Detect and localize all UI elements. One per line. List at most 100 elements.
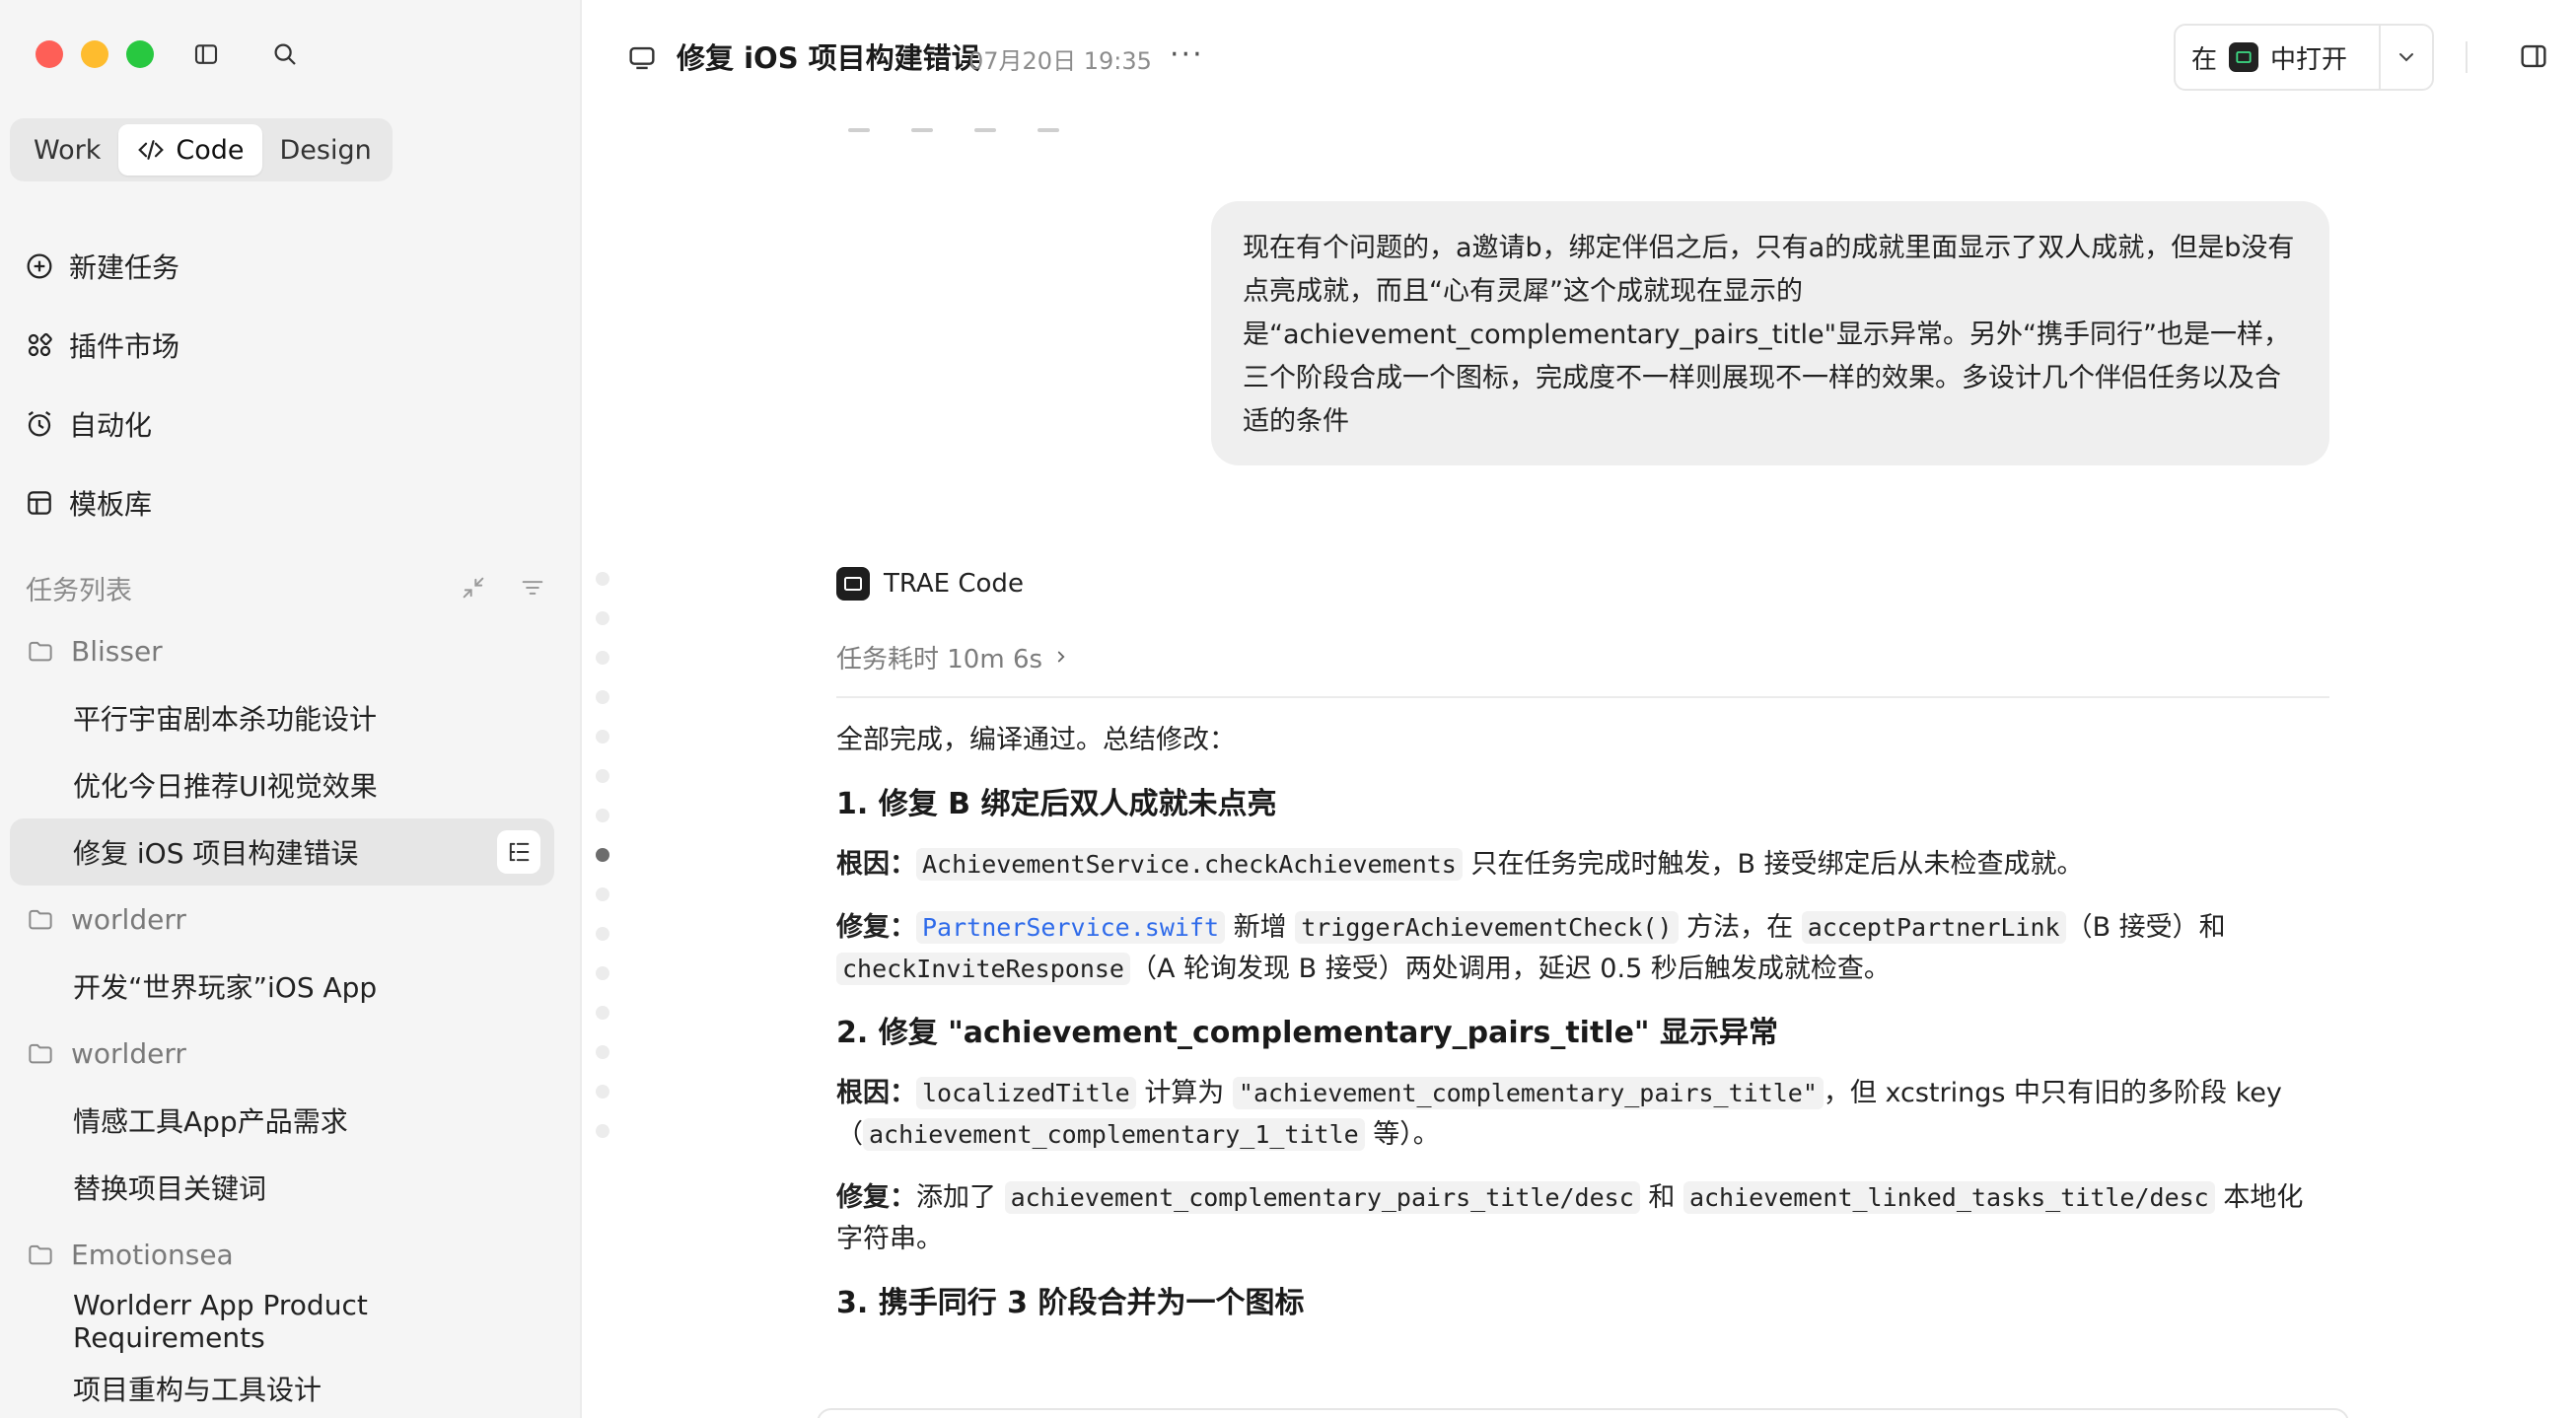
clipped-mark	[911, 128, 933, 132]
section-heading: 3. 携手同行 3 阶段合并为一个图标	[836, 1286, 1305, 1320]
sidebar-toggle-icon[interactable]	[189, 37, 223, 71]
assistant-body: 全部完成，编译通过。总结修改： 1. 修复 B 绑定后双人成就未点亮 根因： Ac…	[836, 720, 2329, 1325]
mode-label: Code	[176, 134, 245, 166]
chat-input-box[interactable]	[817, 1408, 2349, 1418]
task-label: 情感工具App产品需求	[73, 1105, 348, 1138]
right-panel-toggle-icon[interactable]	[2517, 39, 2550, 73]
timeline-dot[interactable]	[596, 809, 609, 822]
file-link[interactable]: PartnerService.swift	[916, 911, 1226, 944]
folder-worlderr[interactable]: worlderr	[10, 886, 554, 953]
task-item[interactable]: 平行宇宙剧本杀功能设计	[10, 684, 554, 751]
folder-worlderr-2[interactable]: worlderr	[10, 1020, 554, 1087]
assistant-name: TRAE Code	[884, 569, 1024, 599]
task-detail-button[interactable]	[497, 830, 540, 874]
cause-paragraph: 根因： AchievementService.checkAchievements …	[836, 844, 2329, 886]
chat-icon	[629, 46, 655, 70]
timeline-dot[interactable]	[596, 730, 609, 744]
task-item[interactable]: Worlderr App Product Requirements	[10, 1288, 554, 1355]
inline-code: triggerAchievementCheck()	[1295, 911, 1679, 944]
window-controls	[36, 40, 154, 68]
inline-code: AchievementService.checkAchievements	[916, 848, 1463, 881]
sidebar: Work Code Design 新建任务 插件市场 自动化 模板库 任务列表 …	[0, 0, 582, 1418]
header-divider	[2466, 41, 2468, 73]
trae-logo-icon	[836, 567, 870, 601]
folder-label: worlderr	[71, 902, 186, 936]
paragraph-text: （B 接受）和	[2065, 912, 2226, 943]
task-label: 替换项目关键词	[73, 1172, 267, 1205]
timeline-dot[interactable]	[596, 887, 609, 901]
timeline-dot[interactable]	[596, 1124, 609, 1138]
clipped-previous-content	[848, 128, 1059, 132]
task-label: 平行宇宙剧本杀功能设计	[73, 703, 378, 736]
paragraph-text: 只在任务完成时触发，B 接受绑定后从未检查成就。	[1470, 849, 2084, 880]
timeline-dot[interactable]	[596, 1006, 609, 1020]
zoom-window-button[interactable]	[126, 40, 154, 68]
paragraph-text: 方法，在	[1686, 912, 1794, 943]
fix-paragraph: 修复： PartnerService.swift 新增 triggerAchiev…	[836, 907, 2329, 990]
folder-label: Blisser	[71, 634, 163, 668]
close-window-button[interactable]	[36, 40, 63, 68]
folder-emotionsea[interactable]: Emotionsea	[10, 1221, 554, 1288]
mode-code-tab[interactable]: Code	[118, 124, 262, 176]
nav-templates[interactable]: 模板库	[24, 463, 556, 542]
page-title: 修复 iOS 项目构建错误	[677, 41, 980, 75]
chevron-down-icon[interactable]	[2381, 45, 2432, 69]
plugins-icon	[28, 332, 52, 357]
fix-paragraph: 修复：添加了 achievement_complementary_pairs_t…	[836, 1177, 2329, 1260]
assistant-header: TRAE Code	[836, 562, 2329, 605]
task-label: 优化今日推荐UI视觉效果	[73, 770, 378, 803]
timeline-dot[interactable]	[596, 1085, 609, 1099]
timeline-dot[interactable]	[596, 611, 609, 625]
fix-label: 修复：	[836, 1182, 916, 1213]
folder-blisser[interactable]: Blisser	[10, 617, 554, 684]
timeline-dot[interactable]	[596, 966, 609, 980]
timeline-dot[interactable]	[596, 769, 609, 783]
code-icon	[138, 140, 165, 160]
collapse-icon[interactable]	[458, 572, 489, 603]
conversation-pane: 修复 iOS 项目构建错误 07月20日 19:35 ··· 在 中打开 现在有…	[582, 0, 2576, 1418]
task-item[interactable]: 优化今日推荐UI视觉效果	[10, 751, 554, 818]
task-item[interactable]: 情感工具App产品需求	[10, 1087, 554, 1154]
timeline-dot[interactable]	[596, 1045, 609, 1059]
clipped-mark	[848, 128, 870, 132]
task-item[interactable]: 替换项目关键词	[10, 1154, 554, 1221]
task-list-header: 任务列表	[26, 564, 548, 611]
timeline-dot[interactable]	[596, 572, 609, 586]
timeline-dot[interactable]	[596, 690, 609, 704]
search-icon[interactable]	[268, 37, 302, 71]
timeline-dot-active[interactable]	[596, 848, 609, 862]
timeline-dot[interactable]	[596, 927, 609, 941]
nav-automation[interactable]: 自动化	[24, 385, 556, 463]
cause-label: 根因：	[836, 1078, 916, 1108]
folder-label: Emotionsea	[71, 1238, 234, 1271]
task-duration-toggle[interactable]: 任务耗时 10m 6s	[836, 635, 2329, 678]
task-label: 修复 iOS 项目构建错误	[73, 837, 359, 870]
task-item[interactable]: 开发“世界玩家”iOS App	[10, 953, 554, 1020]
open-in-prefix: 在	[2191, 44, 2218, 75]
task-item-active[interactable]: 修复 iOS 项目构建错误	[10, 818, 554, 886]
inline-code: "achievement_complementary_pairs_title"	[1232, 1077, 1824, 1109]
timeline-dot[interactable]	[596, 651, 609, 665]
task-list-title: 任务列表	[26, 575, 132, 606]
nav-label: 新建任务	[69, 251, 180, 284]
task-label: 开发“世界玩家”iOS App	[73, 971, 378, 1004]
folder-icon	[29, 1244, 52, 1265]
open-in-main[interactable]: 在 中打开	[2176, 26, 2363, 89]
nav-plugin-market[interactable]: 插件市场	[24, 306, 556, 385]
cause-paragraph: 根因： localizedTitle 计算为 "achievement_compl…	[836, 1073, 2329, 1156]
open-in-ide-button[interactable]: 在 中打开	[2174, 24, 2434, 91]
more-options-button[interactable]: ···	[1170, 37, 1204, 72]
nav-label: 自动化	[69, 409, 153, 442]
section-heading: 2. 修复 "achievement_complementary_pairs_t…	[836, 1016, 1778, 1050]
intro-text: 全部完成，编译通过。总结修改：	[836, 725, 1236, 755]
paragraph-text: （A 轮询发现 B 接受）两处调用，延迟 0.5 秒后触发成就检查。	[1129, 954, 1891, 984]
nav-label: 模板库	[69, 488, 153, 521]
minimize-window-button[interactable]	[81, 40, 108, 68]
task-item[interactable]: 项目重构与工具设计	[10, 1355, 554, 1418]
filter-icon[interactable]	[517, 572, 548, 603]
conversation-header: 修复 iOS 项目构建错误 07月20日 19:35 ··· 在 中打开	[582, 0, 2576, 114]
message-timeline	[596, 572, 615, 1164]
nav-new-task[interactable]: 新建任务	[24, 227, 556, 306]
mode-work-tab[interactable]: Work	[16, 124, 118, 176]
mode-design-tab[interactable]: Design	[262, 124, 390, 176]
